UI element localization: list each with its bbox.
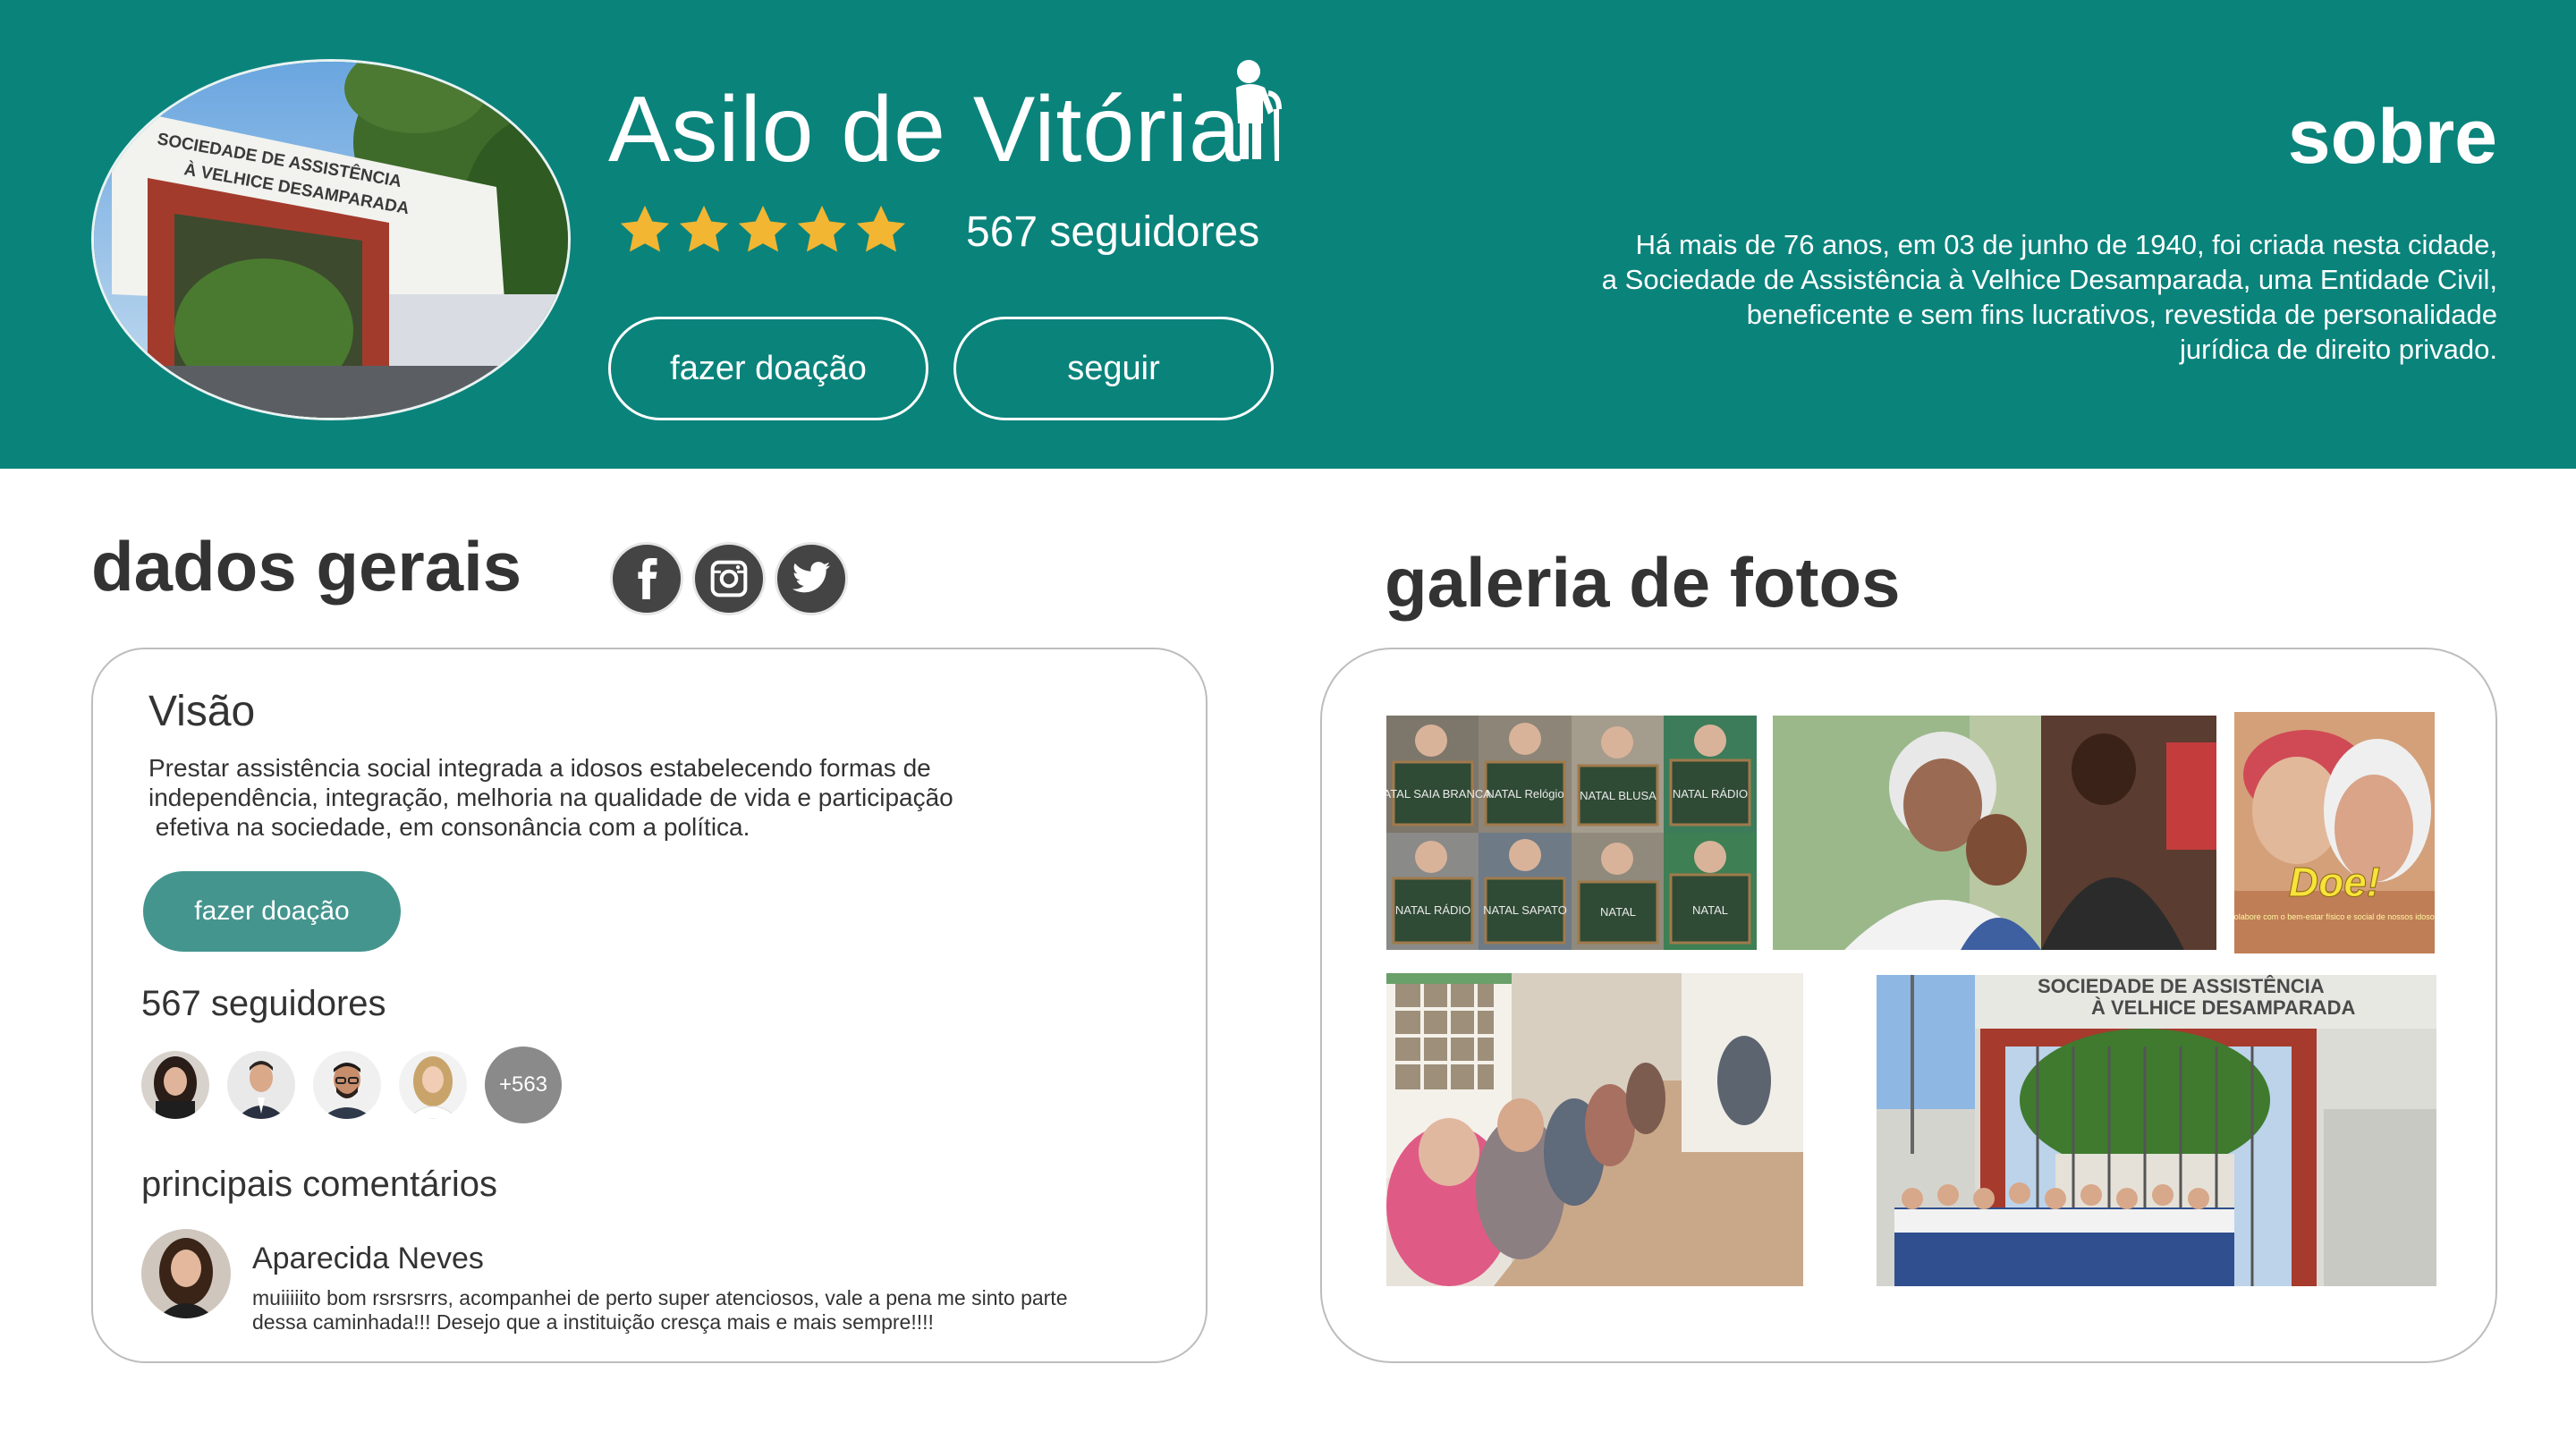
instagram-icon[interactable] [692, 542, 766, 615]
star-icon [797, 205, 847, 252]
comment-avatar [141, 1229, 231, 1318]
building-sign-line-1: SOCIEDADE DE ASSISTÊNCIA [2038, 975, 2325, 997]
star-icon [679, 205, 729, 252]
avatar[interactable] [313, 1051, 381, 1119]
gallery-photo-donate-poster[interactable]: Doe! Colabore com o bem-estar físico e s… [2234, 712, 2435, 953]
photo-gallery-card: NATAL SAIA BRANCA NATAL Relógio NATAL BL… [1320, 648, 2497, 1363]
board-text: NATAL Relógio [1486, 787, 1563, 801]
avatar[interactable] [227, 1051, 295, 1119]
followers-count-header: 567 seguidores [966, 208, 1260, 256]
board-text: NATAL BLUSA [1580, 789, 1657, 802]
rating-stars [617, 202, 909, 258]
vision-title: Visão [148, 688, 256, 735]
comment-author: Aparecida Neves [252, 1241, 484, 1275]
comment-text: muiiiiito bom rsrsrsrrs, acompanhei de p… [252, 1286, 1147, 1335]
board-text: NATAL [1692, 903, 1728, 917]
follow-button[interactable]: seguir [953, 317, 1274, 420]
more-followers-badge[interactable]: +563 [485, 1046, 562, 1123]
about-title: sobre [2287, 94, 2497, 180]
poster-caption: Colabore com o bem-estar físico e social… [2234, 912, 2435, 921]
board-text: NATAL SAPATO [1483, 903, 1567, 917]
about-text-line: jurídica de direito privado. [2180, 334, 2497, 365]
board-text: NATAL RÁDIO [1673, 787, 1748, 801]
twitter-icon[interactable] [775, 542, 848, 615]
top-comments-title: principais comentários [141, 1165, 497, 1204]
star-icon [738, 205, 788, 252]
board-text: NATAL RÁDIO [1395, 903, 1470, 917]
about-text-line: Há mais de 76 anos, em 03 de junho de 19… [1635, 229, 2497, 260]
page-title: Asilo de Vitória [608, 78, 1241, 182]
comment-text-line: muiiiiito bom rsrsrsrrs, acompanhei de p… [252, 1286, 1068, 1309]
avatar[interactable] [399, 1051, 467, 1119]
building-sign-line-2: À VELHICE DESAMPARADA [2091, 996, 2356, 1019]
board-text: NATAL [1600, 905, 1636, 919]
star-icon [856, 205, 906, 252]
social-links [610, 542, 848, 615]
hero-photo: SOCIEDADE DE ASSISTÊNCIA À VELHICE DESAM… [91, 59, 571, 420]
donate-button[interactable]: fazer doação [143, 871, 401, 952]
avatar[interactable] [141, 1051, 209, 1119]
about-text: Há mais de 76 anos, em 03 de junho de 19… [1424, 227, 2497, 367]
gallery-photo-christmas-boards[interactable]: NATAL SAIA BRANCA NATAL Relógio NATAL BL… [1386, 716, 1757, 950]
vision-text-line: efetiva na sociedade, em consonância com… [148, 813, 750, 841]
board-text: NATAL SAIA BRANCA [1386, 787, 1491, 801]
general-data-title: dados gerais [91, 527, 522, 606]
donate-button-header[interactable]: fazer doação [608, 317, 928, 420]
vision-text-line: independência, integração, melhoria na q… [148, 784, 953, 811]
elderly-person-icon [1236, 60, 1282, 161]
vision-text-line: Prestar assistência social integrada a i… [148, 754, 931, 782]
gallery-photo-corridor[interactable] [1386, 973, 1803, 1286]
gallery-title: galeria de fotos [1385, 543, 1901, 622]
follower-avatars: +563 [141, 1046, 562, 1123]
facebook-icon[interactable] [610, 542, 683, 615]
comment-text-line: dessa caminhada!!! Desejo que a institui… [252, 1310, 934, 1334]
star-icon [620, 205, 670, 252]
profile-header: SOCIEDADE DE ASSISTÊNCIA À VELHICE DESAM… [0, 0, 2576, 469]
poster-title: Doe! [2289, 859, 2380, 905]
about-text-line: beneficente e sem fins lucrativos, reves… [1746, 299, 2497, 330]
gallery-photo-building-entrance[interactable]: SOCIEDADE DE ASSISTÊNCIA À VELHICE DESAM… [1877, 975, 2436, 1286]
about-text-line: a Sociedade de Assistência à Velhice Des… [1601, 264, 2497, 295]
gallery-photo-grandma-child[interactable] [1773, 716, 2216, 950]
general-data-card: Visão Prestar assistência social integra… [91, 648, 1208, 1363]
followers-count: 567 seguidores [141, 984, 386, 1023]
vision-text: Prestar assistência social integrada a i… [148, 753, 1043, 842]
